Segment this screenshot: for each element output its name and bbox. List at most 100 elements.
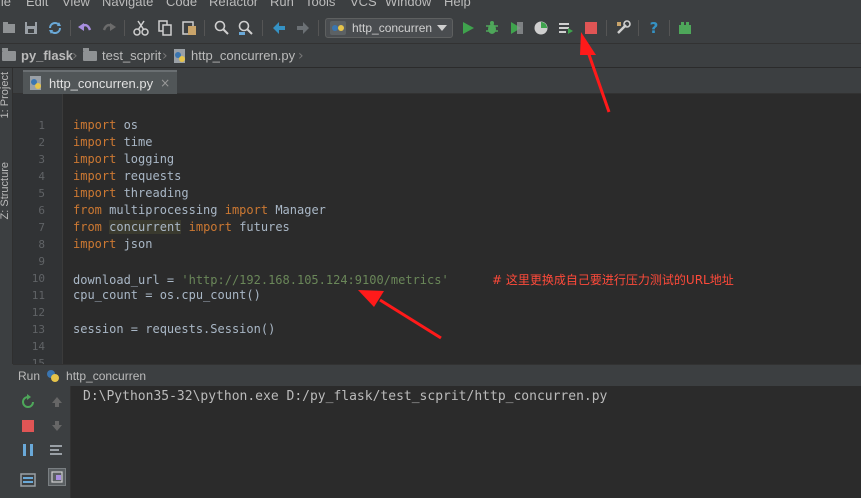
python-icon [47, 369, 60, 382]
run-configuration-label: http_concurren [352, 21, 433, 35]
code-line[interactable]: import json [73, 237, 152, 251]
tab-structure[interactable]: Z: Structure [0, 162, 11, 219]
left-tool-strip: 1: Project Z: Structure [0, 68, 13, 368]
code-token: os [116, 118, 139, 132]
python-config-icon [330, 21, 346, 35]
breadcrumb-label: test_scprit [102, 48, 162, 63]
line-number: 6 [38, 204, 45, 217]
run-icon[interactable] [459, 19, 477, 37]
soft-wrap-icon[interactable] [49, 442, 65, 458]
code-line[interactable]: import os [73, 118, 138, 132]
code-line[interactable]: import logging [73, 152, 174, 166]
concurrency-icon[interactable] [557, 19, 575, 37]
code-line[interactable]: from concurrent import futures [73, 220, 290, 234]
code-token: download_url = [73, 273, 182, 287]
code-line[interactable]: download_url = 'http://192.168.105.124:9… [73, 271, 734, 288]
line-number: 7 [38, 221, 45, 234]
code-line[interactable]: import time [73, 135, 152, 149]
rerun-icon[interactable] [20, 394, 36, 410]
run-toolbar [13, 386, 43, 498]
toolbar: http_concurren ? [0, 12, 861, 44]
code-line[interactable]: session = requests.Session() [73, 322, 275, 336]
code-editor[interactable]: import os import time import logging import… [13, 94, 861, 364]
menu-file[interactable]: ile [0, 0, 11, 9]
profile-icon[interactable] [532, 19, 550, 37]
back-icon[interactable] [270, 19, 288, 37]
menu-vcs[interactable]: VCS [350, 0, 377, 9]
line-number: 3 [38, 153, 45, 166]
line-number: 10 [31, 272, 45, 285]
line-number: 12 [31, 306, 45, 319]
breadcrumb-separator-icon: › [298, 48, 304, 64]
code-line[interactable]: from multiprocessing import Manager [73, 203, 326, 217]
code-token: session = requests.Session() [73, 322, 276, 336]
close-icon[interactable]: × [160, 76, 170, 90]
run-configuration-select[interactable]: http_concurren [325, 18, 453, 38]
restore-layout-icon[interactable] [20, 472, 36, 488]
stop-icon[interactable] [582, 19, 600, 37]
editor-tab-label: http_concurren.py [49, 75, 154, 91]
menu-navigate[interactable]: Navigate [102, 0, 153, 9]
code-keyword: import [73, 118, 117, 132]
line-number: 9 [38, 255, 45, 268]
menu-tools[interactable]: Tools [305, 0, 335, 9]
copy-icon[interactable] [156, 19, 174, 37]
cut-icon[interactable] [132, 19, 150, 37]
tab-project[interactable]: 1: Project [0, 72, 11, 118]
line-number: 2 [38, 136, 45, 149]
python-file-icon [30, 76, 41, 90]
code-keyword: import [73, 169, 117, 183]
menu-code[interactable]: Code [166, 0, 197, 9]
breadcrumb-label: http_concurren.py [191, 48, 296, 63]
menu-edit[interactable]: Edit [26, 0, 48, 9]
code-line[interactable]: import requests [73, 169, 181, 183]
code-line[interactable]: import threading [73, 186, 189, 200]
menu-run[interactable]: Run [270, 0, 294, 9]
settings-icon[interactable] [614, 19, 632, 37]
plugin-icon[interactable] [676, 19, 694, 37]
coverage-icon[interactable] [507, 19, 525, 37]
line-number: 1 [38, 119, 45, 132]
paste-icon[interactable] [180, 19, 198, 37]
sync-icon[interactable] [46, 19, 64, 37]
stop-icon[interactable] [20, 418, 36, 434]
save-icon[interactable] [22, 19, 40, 37]
help-icon[interactable]: ? [645, 19, 663, 37]
editor-tab-http-concurren[interactable]: http_concurren.py × [23, 70, 177, 94]
code-token: futures [231, 220, 290, 234]
run-console[interactable]: D:\Python35-32\python.exe D:/py_flask/te… [71, 386, 861, 498]
replace-icon[interactable] [237, 19, 255, 37]
forward-icon[interactable] [294, 19, 312, 37]
open-icon[interactable] [0, 19, 18, 37]
folder-icon [83, 47, 97, 61]
code-string: 'http://192.168.105.124:9100/metrics' [181, 273, 449, 287]
code-token: json [116, 237, 153, 251]
undo-icon[interactable] [76, 19, 94, 37]
code-token: cpu_count = os.cpu_count() [73, 288, 261, 302]
arrow-down-icon[interactable] [49, 418, 65, 434]
line-number: 11 [31, 289, 45, 302]
breadcrumb-item-file[interactable]: http_concurren.py [173, 48, 295, 63]
menu-help[interactable]: Help [444, 0, 471, 9]
menu-view[interactable]: View [62, 0, 90, 9]
folder-icon [2, 47, 16, 61]
code-token: concurrent [109, 220, 182, 234]
breadcrumb-item-folder[interactable]: test_scprit [83, 47, 162, 63]
editor-tab-bar: http_concurren.py × [13, 68, 861, 94]
debug-icon[interactable] [483, 19, 501, 37]
redo-icon[interactable] [100, 19, 118, 37]
code-line[interactable]: cpu_count = os.cpu_count() [73, 288, 261, 302]
find-icon[interactable] [213, 19, 231, 37]
arrow-up-icon[interactable] [49, 394, 65, 410]
run-left-strip [0, 364, 13, 498]
run-panel-header: Run http_concurren [13, 364, 861, 386]
menu-refactor[interactable]: Refactor [209, 0, 258, 9]
chevron-down-icon[interactable] [437, 25, 447, 31]
menu-window[interactable]: Window [385, 0, 431, 9]
python-file-icon [174, 48, 185, 63]
line-number: 15 [31, 357, 45, 364]
pause-icon[interactable] [20, 442, 36, 458]
breadcrumb-item-project[interactable]: py_flask [2, 47, 73, 63]
code-token: multiprocessing [101, 203, 225, 217]
scroll-to-end-icon[interactable] [48, 468, 66, 486]
